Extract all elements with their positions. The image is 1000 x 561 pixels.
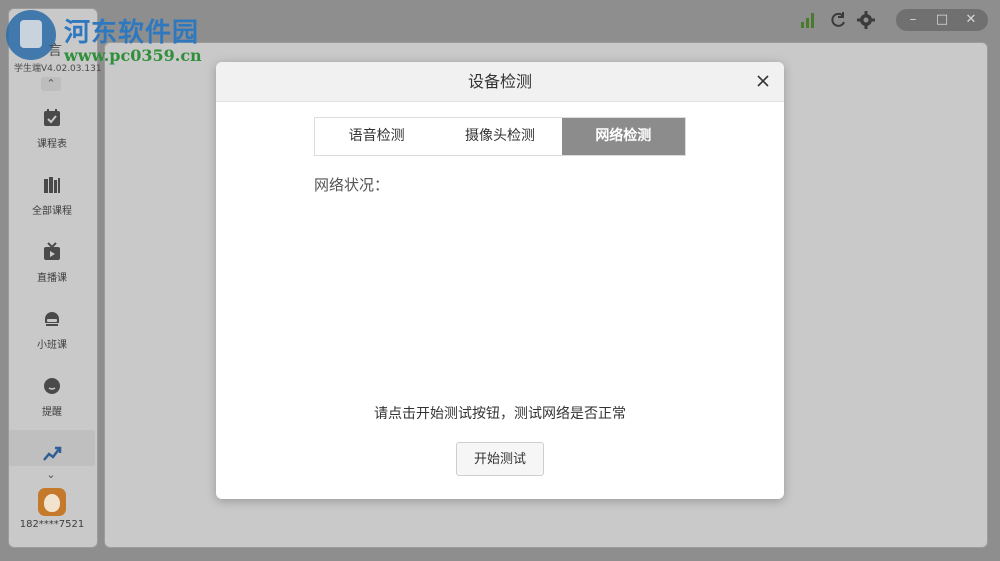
network-status-label: 网络状况： [314,176,390,194]
device-tabs: 语音检测 摄像头检测 网络检测 [314,117,686,156]
calendar-check-icon [44,109,60,126]
dialog-close-icon[interactable] [752,70,774,92]
sidebar-item-all-courses[interactable]: 全部课程 [9,169,95,229]
settings-icon[interactable] [856,10,876,30]
sidebar-item-label: 小班课 [37,340,67,351]
window-controls: – □ ✕ [896,9,988,31]
live-tv-icon [44,242,60,260]
dialog-title: 设备检测 [467,72,532,91]
books-icon [44,177,60,193]
sidebar-item-label: 课程表 [37,139,67,150]
sidebar-item-label: 提醒 [42,407,62,418]
signal-icon [801,13,814,28]
dialog-header: 设备检测 [216,62,784,102]
start-test-button[interactable]: 开始测试 [456,442,544,476]
sidebar-item-live[interactable]: 直播课 [9,236,95,296]
sidebar-scroll-up-icon[interactable]: ⌃ [41,77,61,91]
app-brand: 言 [48,43,62,59]
test-hint-text: 请点击开始测试按钮，测试网络是否正常 [374,406,626,422]
user-phone: 182****7521 [19,519,85,530]
sidebar-item-reminders[interactable]: 提醒 [9,370,95,430]
watermark-title: 河东软件园 [64,18,200,48]
tab-network-check[interactable]: 网络检测 [561,118,685,155]
close-icon[interactable]: ✕ [960,10,982,30]
sidebar-item-stats[interactable] [9,430,95,466]
chat-bubble-icon [44,378,60,394]
tab-audio-check[interactable]: 语音检测 [315,118,438,155]
sidebar-item-small-class[interactable]: 小班课 [9,303,95,363]
small-class-icon [45,312,59,326]
trend-chart-icon [43,446,62,461]
tab-camera-check[interactable]: 摄像头检测 [438,118,561,155]
refresh-icon[interactable] [828,10,848,30]
minimize-icon[interactable]: – [902,10,924,30]
sidebar-item-label: 全部课程 [32,206,72,217]
sidebar-scroll-down-icon[interactable]: ⌄ [41,468,61,482]
maximize-icon[interactable]: □ [931,10,953,30]
app-version: 学生端V4.02.03.131 [14,64,102,74]
sidebar-item-schedule[interactable]: 课程表 [9,102,95,162]
sidebar-item-label: 直播课 [37,273,67,284]
device-check-dialog: 设备检测 语音检测 摄像头检测 网络检测 网络状况： 请点击开始测试按钮，测试网… [216,62,784,499]
avatar[interactable] [38,488,66,516]
